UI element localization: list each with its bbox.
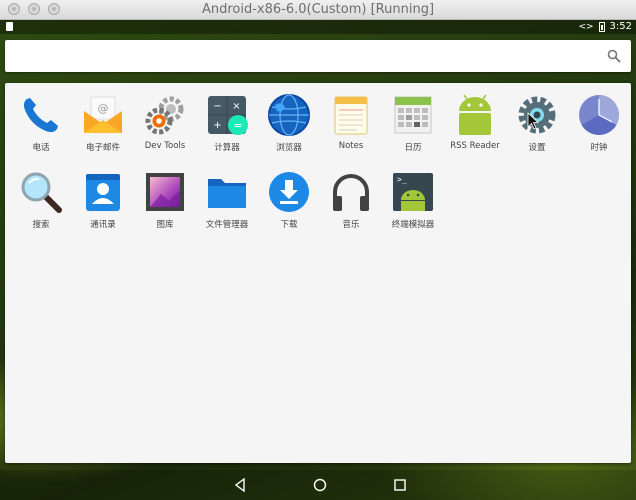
browser-icon: [268, 94, 310, 136]
music-icon: [333, 174, 369, 211]
app-label: 电话: [32, 143, 50, 153]
app-label: 设置: [528, 143, 546, 153]
settings-icon: [518, 96, 556, 134]
file-manager-icon: [208, 179, 246, 208]
home-icon[interactable]: [312, 477, 328, 493]
window-title-bar: Android-x86-6.0(Custom) [Running]: [0, 0, 636, 20]
app-label: 搜索: [32, 220, 50, 230]
svg-text:=: =: [233, 119, 242, 132]
app-search[interactable]: 搜索: [10, 170, 72, 230]
app-contacts[interactable]: 通讯录: [72, 170, 134, 230]
app-clock[interactable]: 时钟: [568, 93, 630, 153]
app-settings[interactable]: 设置: [506, 93, 568, 153]
app-label: 时钟: [590, 143, 608, 153]
search-app-icon: [21, 172, 62, 213]
app-label: 浏览器: [276, 143, 302, 153]
clock-icon: [579, 95, 619, 135]
app-label: RSS Reader: [450, 141, 500, 151]
app-label: 终端模拟器: [391, 220, 435, 230]
app-gallery[interactable]: 图库: [134, 170, 196, 230]
sd-card-icon: [6, 22, 13, 31]
gallery-icon: [146, 173, 184, 211]
rss-reader-icon: [459, 94, 491, 135]
calendar-icon: [394, 96, 432, 134]
app-label: 通讯录: [90, 220, 116, 230]
app-browser[interactable]: 浏览器: [258, 93, 320, 153]
search-icon[interactable]: [607, 49, 621, 63]
app-download[interactable]: 下载: [258, 170, 320, 230]
app-label: 计算器: [214, 143, 240, 153]
app-label: 文件管理器: [205, 220, 249, 230]
app-label: Notes: [338, 141, 364, 151]
svg-text:×: ×: [232, 101, 240, 112]
app-rss-reader[interactable]: RSS Reader: [444, 93, 506, 151]
code-indicator: <>: [578, 21, 594, 32]
navigation-bar: [0, 470, 636, 500]
app-label: 日历: [404, 143, 422, 153]
download-icon: [269, 172, 309, 212]
dev-tools-icon: [145, 96, 184, 135]
app-search-bar[interactable]: [5, 40, 631, 72]
contacts-icon: [86, 174, 120, 211]
app-terminal[interactable]: >_ 终端模拟器: [382, 170, 444, 230]
svg-text:−: −: [213, 101, 221, 112]
svg-text:@: @: [98, 102, 109, 115]
phone-icon: [23, 98, 59, 133]
svg-text:>_: >_: [397, 175, 407, 184]
app-label: 下载: [280, 220, 298, 230]
app-label: 图库: [156, 220, 174, 230]
notes-icon: [334, 96, 368, 135]
app-drawer: 电话 @ 电子邮件 Dev Tools − × + = 计算器 浏览器 Note…: [5, 83, 631, 463]
app-dev-tools[interactable]: Dev Tools: [134, 93, 196, 151]
recents-icon[interactable]: [392, 477, 408, 493]
app-label: 音乐: [342, 220, 360, 230]
battery-icon: [598, 21, 605, 32]
terminal-icon: >_: [393, 173, 433, 211]
app-calendar[interactable]: 日历: [382, 93, 444, 153]
app-search-input[interactable]: [13, 46, 597, 68]
app-music[interactable]: 音乐: [320, 170, 382, 230]
email-icon: @: [84, 96, 122, 133]
app-calculator[interactable]: − × + = 计算器: [196, 93, 258, 153]
calculator-icon: − × + =: [208, 96, 248, 135]
app-phone[interactable]: 电话: [10, 93, 72, 153]
status-bar: <> 3:52: [0, 20, 636, 34]
status-time: 3:52: [609, 21, 632, 32]
app-label: Dev Tools: [144, 141, 186, 151]
app-email[interactable]: @ 电子邮件: [72, 93, 134, 153]
back-icon[interactable]: [232, 477, 248, 493]
app-file-manager[interactable]: 文件管理器: [196, 170, 258, 230]
app-label: 电子邮件: [85, 143, 120, 153]
android-screen: <> 3:52 电话 @ 电子邮件 Dev Tools − × + = 计算器 …: [0, 20, 636, 500]
app-notes[interactable]: Notes: [320, 93, 382, 151]
svg-text:+: +: [213, 120, 221, 131]
window-title: Android-x86-6.0(Custom) [Running]: [201, 2, 435, 17]
